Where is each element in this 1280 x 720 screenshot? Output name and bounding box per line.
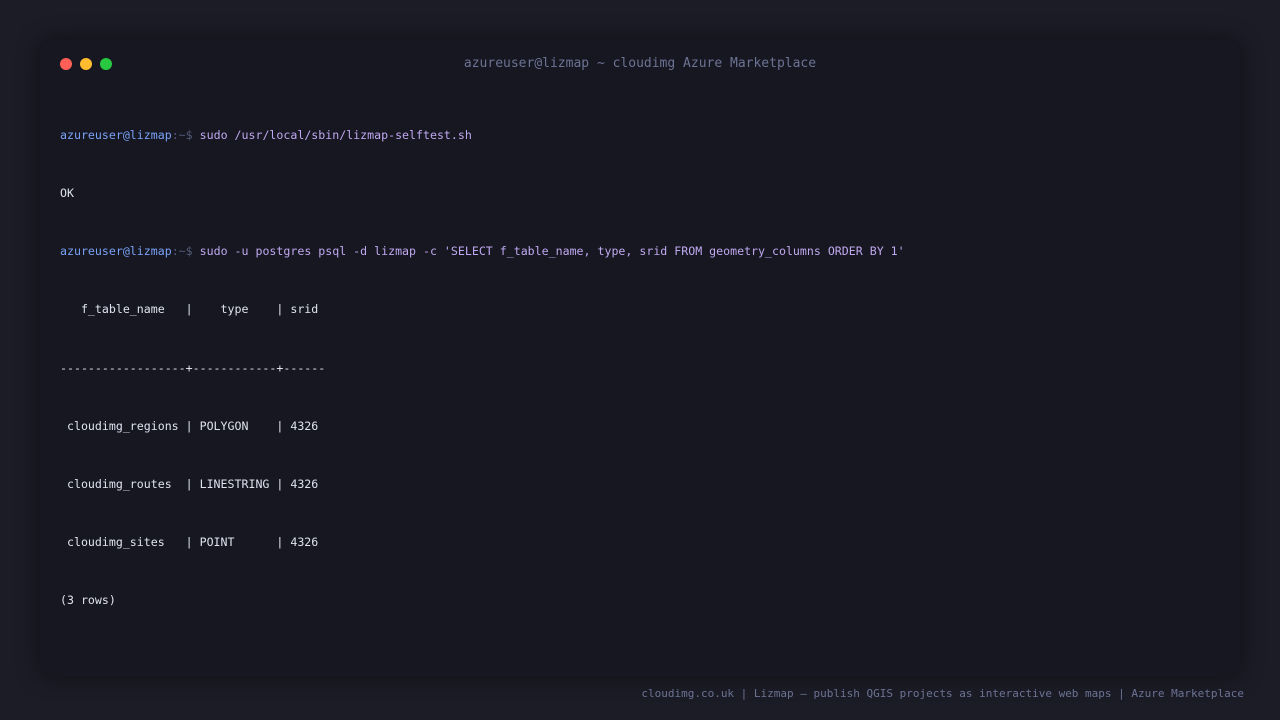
command-line-2: azureuser@lizmap:~$ sudo -u postgres psq… <box>60 242 1220 261</box>
command-text: sudo /usr/local/sbin/lizmap-selftest.sh <box>199 127 472 142</box>
terminal-output[interactable]: azureuser@lizmap:~$ sudo /usr/local/sbin… <box>60 87 1220 650</box>
table-row: cloudimg_sites | POINT | 4326 <box>60 535 319 550</box>
command-text: sudo -u postgres psql -d lizmap -c 'SELE… <box>199 244 905 259</box>
table-row: cloudimg_routes | LINESTRING | 4326 <box>60 477 319 492</box>
output-line: OK <box>60 186 74 201</box>
row-count: (3 rows) <box>60 593 116 608</box>
table-header: f_table_name | type | srid <box>60 302 319 317</box>
prompt-path: :~$ <box>171 127 193 142</box>
table-row: cloudimg_regions | POLYGON | 4326 <box>60 418 319 433</box>
prompt-path: :~$ <box>171 244 193 259</box>
window-title: azureuser@lizmap ~ cloudimg Azure Market… <box>463 56 817 71</box>
title-bar: azureuser@lizmap ~ cloudimg Azure Market… <box>40 40 1240 88</box>
terminal-window[interactable]: azureuser@lizmap ~ cloudimg Azure Market… <box>40 40 1240 676</box>
prompt-user: azureuser@lizmap <box>60 244 172 259</box>
table-separator: ------------------+------------+------ <box>60 360 326 375</box>
footer-caption: cloudimg.co.uk | Lizmap — publish QGIS p… <box>641 687 1244 700</box>
prompt-user: azureuser@lizmap <box>60 127 172 142</box>
command-line-1: azureuser@lizmap:~$ sudo /usr/local/sbin… <box>60 126 1220 145</box>
